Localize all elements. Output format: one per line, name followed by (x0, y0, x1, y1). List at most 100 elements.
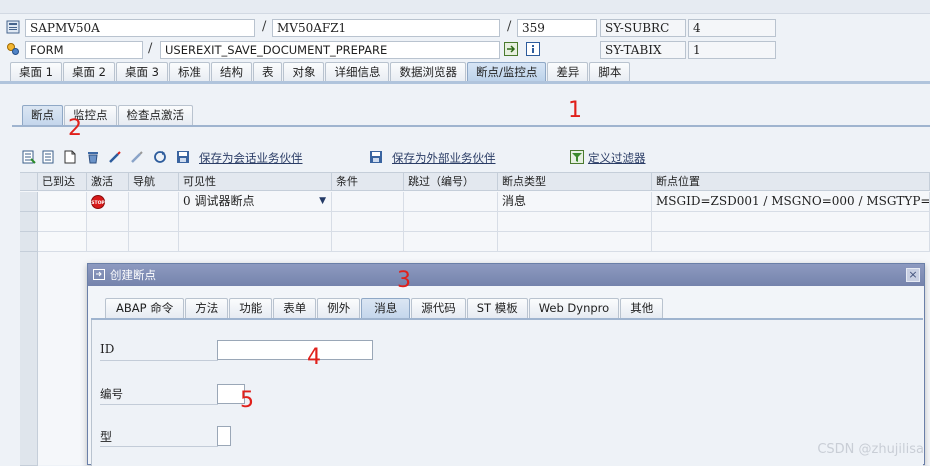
tab-abap-command[interactable]: ABAP 命令 (105, 298, 185, 318)
activate-icon[interactable] (108, 150, 122, 164)
create-breakpoint-dialog: 创建断点 × ABAP 命令 方法 功能 表单 例外 消息 源代码 ST 模板 … (87, 263, 925, 466)
annotation-2: 2 (68, 116, 82, 141)
separator: / (262, 19, 267, 34)
main-tab-strip: 桌面 1 桌面 2 桌面 3 标准 结构 表 对象 详细信息 数据浏览器 断点/… (10, 62, 631, 81)
info-icon[interactable] (526, 42, 540, 56)
tab-message[interactable]: 消息 (361, 298, 411, 318)
tab-st-template[interactable]: ST 模板 (466, 298, 528, 318)
label-underline (100, 360, 218, 361)
tab-source-code[interactable]: 源代码 (411, 298, 466, 318)
event-icon (7, 43, 19, 55)
tab-desktop-2[interactable]: 桌面 2 (62, 62, 115, 81)
tab-table[interactable]: 表 (252, 62, 283, 81)
save-session-icon[interactable] (176, 150, 190, 164)
tab-script[interactable]: 脚本 (589, 62, 631, 81)
empty-cell (404, 212, 498, 232)
save-external-icon[interactable] (369, 150, 383, 164)
event-name-field: USEREXIT_SAVE_DOCUMENT_PREPARE (160, 41, 500, 59)
label-underline (100, 404, 218, 405)
empty-cell (179, 212, 332, 232)
tab-details[interactable]: 详细信息 (325, 62, 390, 81)
stop-icon[interactable]: STOP (91, 195, 105, 209)
row-selector-header[interactable] (20, 173, 38, 191)
column-active[interactable]: 激活 (87, 173, 129, 191)
column-condition[interactable]: 条件 (332, 173, 404, 191)
sy-subrc-value: 4 (688, 19, 776, 37)
deselect-all-icon[interactable] (42, 150, 56, 164)
empty-cell (498, 232, 652, 252)
tab-diff[interactable]: 差异 (547, 62, 589, 81)
save-session-link[interactable]: 保存为会话业务伙伴 (199, 150, 303, 166)
tab-method[interactable]: 方法 (185, 298, 229, 318)
deactivate-icon[interactable] (130, 150, 144, 164)
tab-object[interactable]: 对象 (283, 62, 325, 81)
sy-tabix-value: 1 (688, 41, 776, 59)
column-visibility[interactable]: 可见性 (179, 173, 332, 191)
tab-exception[interactable]: 例外 (317, 298, 361, 318)
tab-form[interactable]: 表单 (273, 298, 317, 318)
row-selector[interactable] (20, 232, 38, 252)
tab-web-dynpro[interactable]: Web Dynpro (528, 298, 620, 318)
define-filter-link[interactable]: 定义过滤器 (588, 150, 646, 166)
type-input[interactable] (217, 426, 231, 446)
filter-icon[interactable] (570, 150, 584, 164)
cell-reached (38, 192, 87, 212)
cell-condition[interactable] (332, 192, 404, 212)
annotation-5: 5 (240, 388, 254, 413)
annotation-3: 3 (397, 268, 411, 293)
row-selector[interactable] (20, 192, 38, 212)
save-external-link[interactable]: 保存为外部业务伙伴 (392, 150, 496, 166)
label-underline (100, 446, 218, 447)
refresh-icon[interactable] (153, 150, 167, 164)
row-selector[interactable] (20, 212, 38, 232)
tab-checkpoint-activation[interactable]: 检查点激活 (117, 105, 193, 125)
dialog-title: 创建断点 (110, 268, 156, 282)
tab-other[interactable]: 其他 (620, 298, 664, 318)
empty-cell (129, 232, 179, 252)
empty-cell (404, 232, 498, 252)
close-icon[interactable]: × (906, 268, 920, 282)
column-skip[interactable]: 跳过（编号） (404, 173, 498, 191)
include-field: MV50AFZ1 (272, 19, 500, 37)
tab-divider (0, 81, 930, 84)
id-label: ID (100, 342, 115, 356)
navigate-icon[interactable] (504, 42, 518, 56)
tab-function[interactable]: 功能 (229, 298, 273, 318)
cell-breakpoint-type: 消息 (498, 192, 652, 212)
dialog-window-icon (93, 269, 105, 280)
dropdown-arrow-icon[interactable]: ▼ (319, 192, 326, 211)
number-label: 编号 (100, 387, 123, 401)
id-input[interactable] (217, 340, 373, 360)
select-all-icon[interactable] (22, 150, 36, 164)
line-field: 359 (517, 19, 597, 37)
tab-breakpoints[interactable]: 断点 (22, 105, 63, 125)
sub-tab-divider (12, 125, 930, 127)
annotation-1: 1 (568, 98, 582, 123)
cell-navigate[interactable] (129, 192, 179, 212)
cell-skip[interactable] (404, 192, 498, 212)
column-breakpoint-location[interactable]: 断点位置 (652, 173, 930, 191)
tab-data-explorer[interactable]: 数据浏览器 (390, 62, 466, 81)
empty-cell (87, 212, 129, 232)
new-document-icon[interactable] (63, 150, 77, 164)
tab-structure[interactable]: 结构 (210, 62, 252, 81)
svg-text:STOP: STOP (91, 200, 105, 206)
sy-subrc-label: SY-SUBRC (600, 19, 686, 37)
tab-desktop-3[interactable]: 桌面 3 (115, 62, 168, 81)
column-navigate[interactable]: 导航 (129, 173, 179, 191)
column-breakpoint-type[interactable]: 断点类型 (498, 173, 652, 191)
empty-cell (38, 212, 87, 232)
row-selector-column (20, 252, 38, 466)
delete-icon[interactable] (86, 150, 100, 164)
cell-visibility[interactable]: 0 调试器断点 ▼ (179, 192, 332, 212)
sy-tabix-label: SY-TABIX (600, 41, 686, 59)
empty-cell (38, 232, 87, 252)
top-toolbar-strip (0, 0, 930, 14)
tab-desktop-1[interactable]: 桌面 1 (10, 62, 62, 81)
tab-breakpoints-watchpoints[interactable]: 断点/监控点 (466, 62, 547, 81)
column-reached[interactable]: 已到达 (38, 173, 87, 191)
tab-standard[interactable]: 标准 (168, 62, 210, 81)
cell-active[interactable]: STOP (87, 192, 129, 212)
visibility-value: 0 调试器断点 (183, 194, 255, 208)
dialog-title-bar[interactable]: 创建断点 (88, 264, 924, 286)
